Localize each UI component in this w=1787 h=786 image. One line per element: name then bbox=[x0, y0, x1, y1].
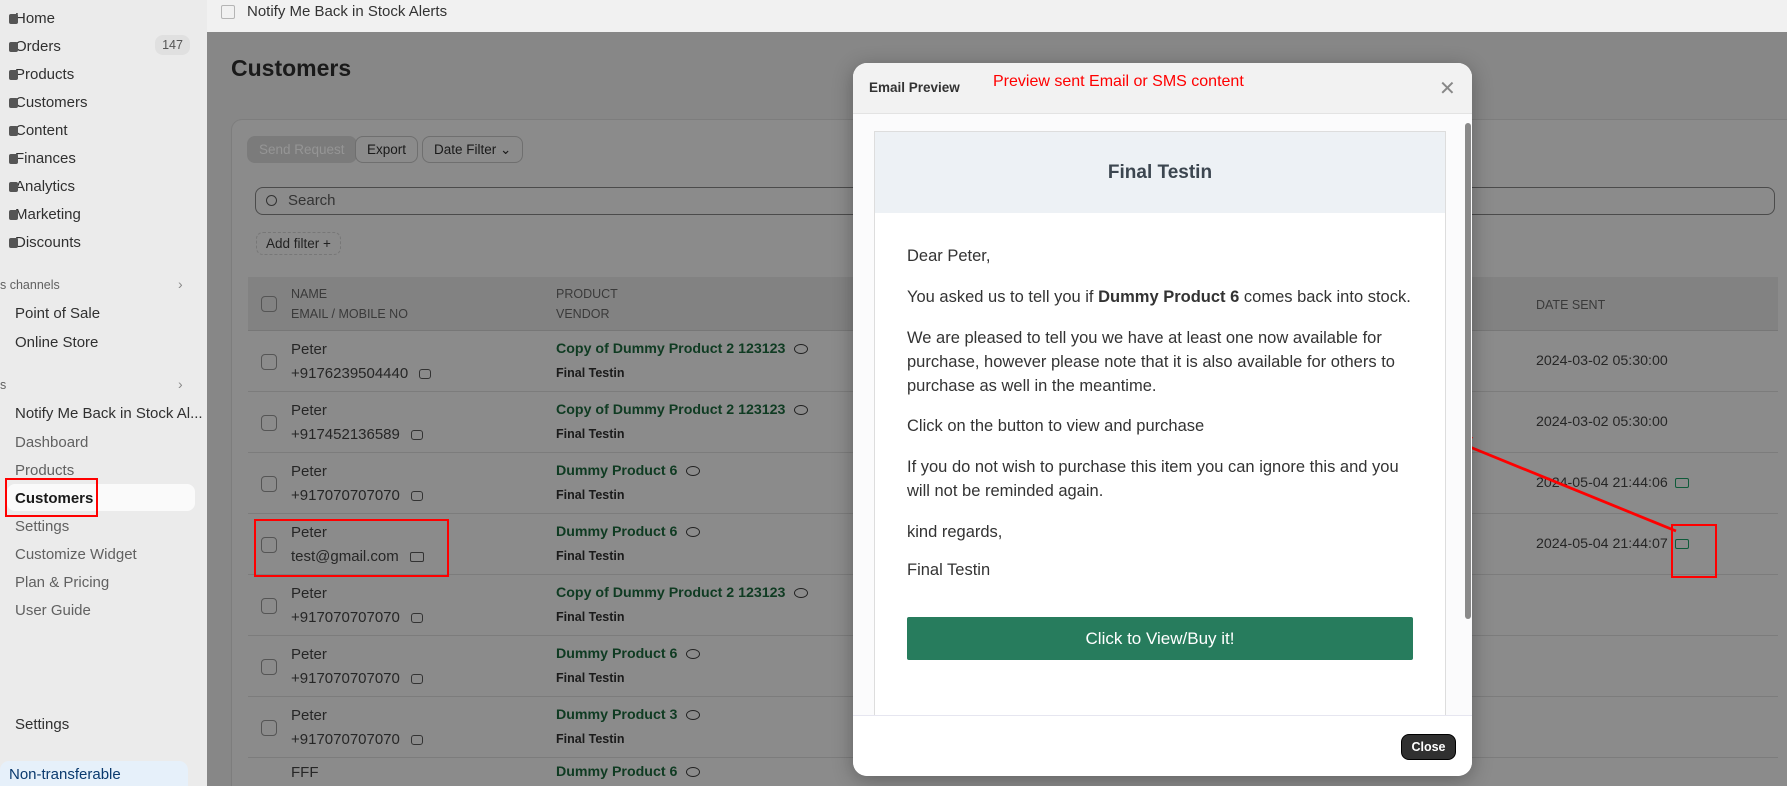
email-preview: Final Testin Dear Peter, You asked us to… bbox=[874, 131, 1446, 715]
email-header: Final Testin bbox=[875, 132, 1445, 213]
modal-title: Email Preview bbox=[869, 80, 960, 95]
email-signature: Final Testin bbox=[907, 561, 991, 579]
modal-header: Email Preview Preview sent Email or SMS … bbox=[853, 63, 1472, 114]
text: You asked us to tell you if bbox=[907, 288, 1099, 306]
email-paragraph: You asked us to tell you if Dummy Produc… bbox=[907, 285, 1420, 309]
modal-footer: Close bbox=[853, 715, 1472, 776]
text: comes back into stock. bbox=[1239, 288, 1411, 306]
email-paragraph: We are pleased to tell you we have at le… bbox=[907, 329, 1395, 395]
scrollbar[interactable] bbox=[1465, 123, 1471, 619]
product-name: Dummy Product 6 bbox=[1098, 288, 1240, 306]
email-signoff: kind regards, bbox=[907, 523, 1003, 541]
close-button[interactable]: Close bbox=[1401, 734, 1456, 760]
annotation-text: Preview sent Email or SMS content bbox=[993, 73, 1244, 90]
view-buy-button[interactable]: Click to View/Buy it! bbox=[907, 617, 1413, 660]
email-greeting: Dear Peter, bbox=[907, 247, 991, 265]
close-icon[interactable]: ✕ bbox=[1439, 76, 1456, 101]
email-preview-modal: Email Preview Preview sent Email or SMS … bbox=[853, 63, 1472, 776]
email-paragraph: If you do not wish to purchase this item… bbox=[907, 458, 1399, 500]
modal-body: Final Testin Dear Peter, You asked us to… bbox=[853, 114, 1472, 715]
email-paragraph: Click on the button to view and purchase bbox=[907, 417, 1205, 435]
